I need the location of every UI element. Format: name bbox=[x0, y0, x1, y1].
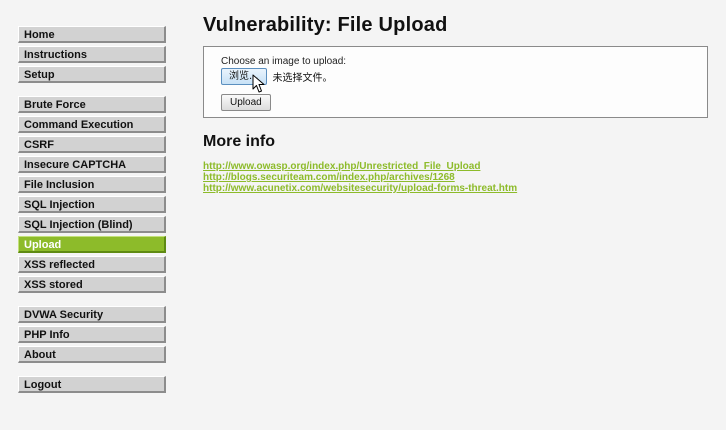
sidebar-item-xss-reflected[interactable]: XSS reflected bbox=[18, 256, 166, 273]
sidebar-item-about[interactable]: About bbox=[18, 346, 166, 363]
sidebar-item-logout[interactable]: Logout bbox=[18, 376, 166, 393]
sidebar-item-insecure-captcha[interactable]: Insecure CAPTCHA bbox=[18, 156, 166, 173]
sidebar-item-csrf[interactable]: CSRF bbox=[18, 136, 166, 153]
sidebar-item-dvwa-security[interactable]: DVWA Security bbox=[18, 306, 166, 323]
sidebar-item-sql-injection[interactable]: SQL Injection bbox=[18, 196, 166, 213]
sidebar-item-upload[interactable]: Upload bbox=[18, 236, 166, 253]
sidebar-item-home[interactable]: Home bbox=[18, 26, 166, 43]
file-status-text: 未选择文件。 bbox=[272, 73, 333, 84]
file-input[interactable]: 浏览... 未选择文件。 bbox=[221, 68, 333, 85]
more-info-heading: More info bbox=[203, 133, 275, 150]
main-content: Vulnerability: File Upload Choose an ima… bbox=[203, 14, 708, 194]
nav-group-general: Home Instructions Setup bbox=[18, 26, 166, 83]
sidebar-item-brute-force[interactable]: Brute Force bbox=[18, 96, 166, 113]
link-acunetix[interactable]: http://www.acunetix.com/websitesecurity/… bbox=[203, 183, 708, 194]
sidebar-nav: Home Instructions Setup Brute Force Comm… bbox=[18, 26, 166, 406]
sidebar-item-xss-stored[interactable]: XSS stored bbox=[18, 276, 166, 293]
nav-group-settings: DVWA Security PHP Info About bbox=[18, 306, 166, 363]
sidebar-item-instructions[interactable]: Instructions bbox=[18, 46, 166, 63]
link-securiteam[interactable]: http://blogs.securiteam.com/index.php/ar… bbox=[203, 172, 708, 183]
sidebar-item-setup[interactable]: Setup bbox=[18, 66, 166, 83]
link-owasp[interactable]: http://www.owasp.org/index.php/Unrestric… bbox=[203, 161, 708, 172]
nav-group-logout: Logout bbox=[18, 376, 166, 393]
sidebar-item-command-execution[interactable]: Command Execution bbox=[18, 116, 166, 133]
upload-button[interactable]: Upload bbox=[221, 94, 271, 111]
sidebar-item-file-inclusion[interactable]: File Inclusion bbox=[18, 176, 166, 193]
nav-group-vulnerabilities: Brute Force Command Execution CSRF Insec… bbox=[18, 96, 166, 293]
upload-form: Choose an image to upload: 浏览... 未选择文件。 … bbox=[203, 46, 708, 118]
page-title: Vulnerability: File Upload bbox=[203, 14, 448, 36]
upload-label: Choose an image to upload: bbox=[221, 56, 347, 67]
more-info-links: http://www.owasp.org/index.php/Unrestric… bbox=[203, 161, 708, 194]
sidebar-item-sql-injection-blind[interactable]: SQL Injection (Blind) bbox=[18, 216, 166, 233]
mouse-pointer-icon bbox=[252, 74, 265, 93]
sidebar-item-php-info[interactable]: PHP Info bbox=[18, 326, 166, 343]
